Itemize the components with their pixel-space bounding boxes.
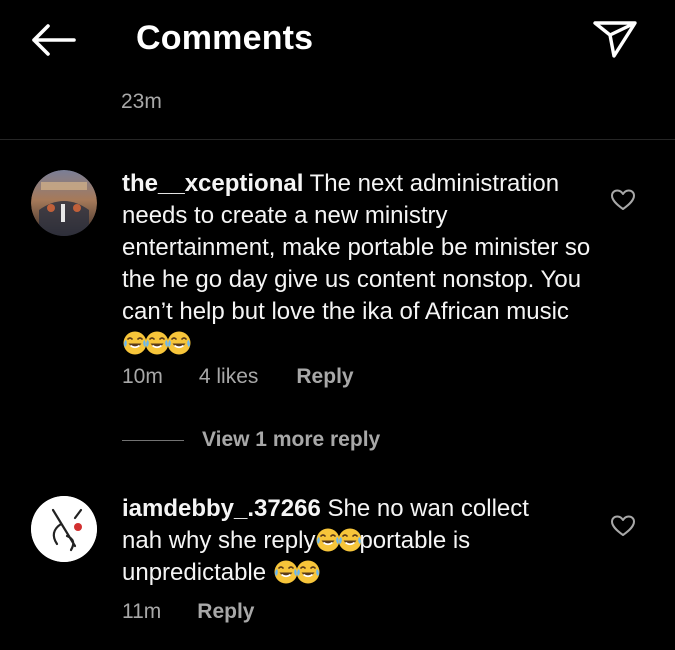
- paper-plane-icon: [593, 21, 637, 58]
- comment-meta: 11m Reply: [122, 600, 254, 624]
- divider: [0, 139, 675, 140]
- comment-body: the__xceptional The next administration …: [122, 168, 592, 360]
- view-more-label: View 1 more reply: [202, 428, 381, 451]
- laughing-emoji-group: [122, 330, 191, 357]
- likes-count[interactable]: 4 likes: [199, 365, 259, 389]
- comment-time: 11m: [122, 600, 162, 623]
- post-timestamp: 23m: [121, 90, 162, 113]
- page-title: Comments: [136, 19, 314, 57]
- comment-meta: 10m 4 likes Reply: [122, 365, 354, 389]
- laughing-tears-emoji-icon: [296, 560, 320, 584]
- divider-line: [122, 439, 184, 441]
- comment-username[interactable]: the__xceptional: [122, 170, 303, 197]
- comment-time: 10m: [122, 365, 163, 388]
- heart-icon: [611, 189, 635, 210]
- heart-icon: [611, 515, 635, 536]
- avatar-image: [31, 170, 97, 236]
- header-bar: Comments: [0, 0, 675, 80]
- laughing-tears-emoji-icon: [167, 331, 191, 355]
- like-button[interactable]: [610, 188, 636, 212]
- back-button[interactable]: [30, 22, 76, 58]
- avatar[interactable]: [31, 170, 97, 236]
- comment-body: iamdebby_.37266 She no wan collect nah w…: [122, 493, 572, 589]
- avatar-image: [31, 496, 97, 562]
- reply-button[interactable]: Reply: [197, 600, 254, 624]
- arrow-left-icon: [32, 24, 76, 56]
- avatar[interactable]: [31, 496, 97, 562]
- view-more-replies[interactable]: View 1 more reply: [122, 428, 380, 452]
- laughing-emoji-group: [273, 559, 320, 586]
- laughing-emoji-group: [315, 527, 362, 554]
- like-button[interactable]: [610, 514, 636, 538]
- reply-button[interactable]: Reply: [296, 365, 353, 389]
- comment-username[interactable]: iamdebby_.37266: [122, 495, 321, 522]
- share-button[interactable]: [592, 18, 638, 60]
